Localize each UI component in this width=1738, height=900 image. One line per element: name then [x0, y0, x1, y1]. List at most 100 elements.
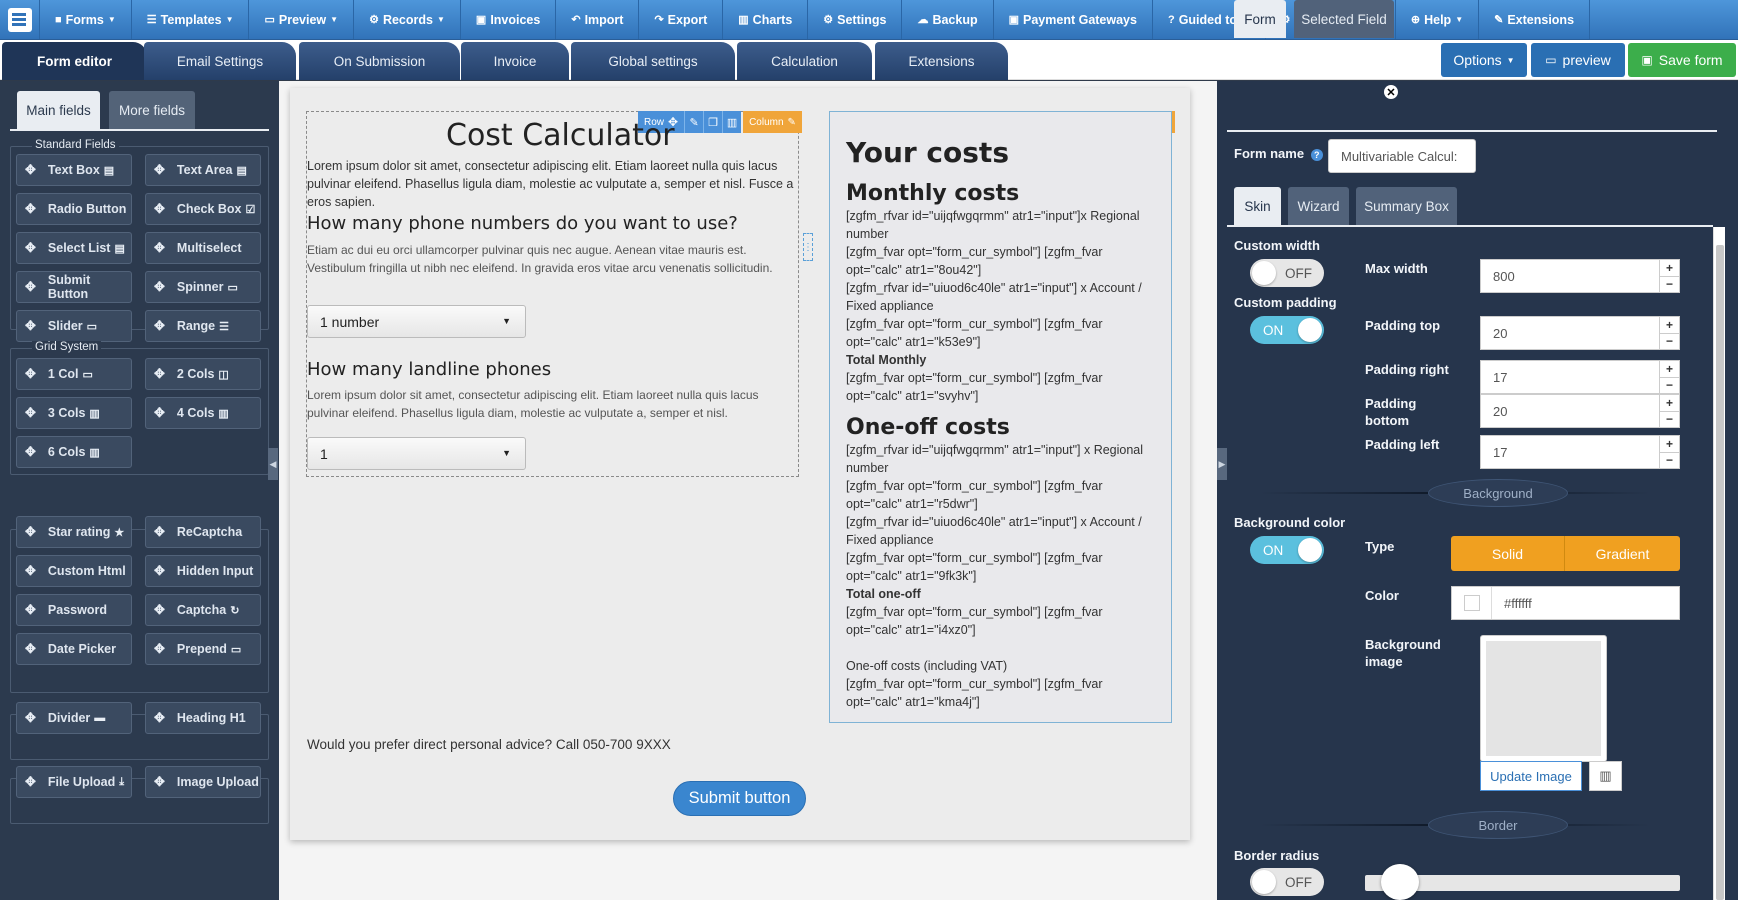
type-solid-button[interactable]: Solid [1451, 536, 1565, 571]
nav-charts[interactable]: ▥Charts [723, 0, 808, 39]
padding-right-spinner[interactable]: +− [1659, 361, 1679, 393]
field-spinner[interactable]: ✥Spinner▭ [145, 271, 261, 303]
subtab-wizard[interactable]: Wizard [1288, 187, 1349, 225]
your-costs-heading[interactable]: Your costs [846, 136, 1009, 169]
trash-icon[interactable]: ▥ [1589, 761, 1622, 791]
nav-forms[interactable]: ■Forms▼ [40, 0, 132, 39]
column-resize-handle-icon[interactable]: ⋮ [803, 233, 813, 261]
nav-preview[interactable]: ▭Preview▼ [249, 0, 354, 39]
field-star-rating[interactable]: ✥Star rating★ [16, 516, 132, 548]
update-image-button[interactable]: Update Image [1480, 761, 1582, 791]
field-2-cols[interactable]: ✥2 Cols◫ [145, 358, 261, 390]
edit-icon[interactable]: ✎ [684, 111, 703, 133]
form-title[interactable]: Cost Calculator [446, 118, 675, 153]
decrement-icon[interactable]: − [1660, 378, 1679, 394]
nav-help[interactable]: ⊕Help▼ [1396, 0, 1479, 39]
scrollbar-thumb[interactable] [1716, 245, 1724, 900]
padding-top-input[interactable]: 20+− [1480, 316, 1680, 350]
tab-calculation[interactable]: Calculation [737, 42, 872, 80]
help-icon[interactable]: ? [1311, 149, 1323, 161]
field-range[interactable]: ✥Range☰ [145, 310, 261, 342]
increment-icon[interactable]: + [1660, 317, 1679, 334]
field-captcha[interactable]: ✥Captcha↻ [145, 594, 261, 626]
tab-main-fields[interactable]: Main fields [17, 91, 100, 129]
nav-extensions[interactable]: ✎Extensions [1479, 0, 1590, 39]
tab-email-settings[interactable]: Email Settings [144, 42, 296, 80]
field-date-picker[interactable]: ✥Date Picker [16, 633, 132, 665]
nav-payment-gateways[interactable]: ▣Payment Gateways [994, 0, 1153, 39]
close-icon[interactable]: ✕ [1384, 85, 1398, 99]
copy-icon[interactable]: ❐ [703, 111, 722, 133]
question-landline-phones[interactable]: How many landline phones [307, 359, 551, 380]
field-check-box[interactable]: ✥Check Box☑ [145, 193, 261, 225]
custom-width-toggle[interactable]: OFF [1250, 259, 1324, 287]
decrement-icon[interactable]: − [1660, 453, 1679, 469]
padding-bottom-input[interactable]: 20+− [1480, 394, 1680, 428]
tab-form[interactable]: Form [1234, 0, 1286, 38]
custom-padding-toggle[interactable]: ON [1250, 316, 1324, 344]
decrement-icon[interactable]: − [1660, 334, 1679, 350]
one-off-costs-heading[interactable]: One-off costs [846, 415, 1010, 440]
nav-invoices[interactable]: ▣Invoices [461, 0, 556, 39]
decrement-icon[interactable]: − [1660, 277, 1679, 293]
padding-top-spinner[interactable]: +− [1659, 317, 1679, 349]
one-off-costs-block[interactable]: [zgfm_rfvar id="uijqfwgqrmm" atr1="input… [846, 441, 1156, 711]
field-3-cols[interactable]: ✥3 Cols▥ [16, 397, 132, 429]
padding-left-spinner[interactable]: +− [1659, 436, 1679, 468]
field-text-area[interactable]: ✥Text Area▤ [145, 154, 261, 186]
subtab-skin[interactable]: Skin [1234, 187, 1281, 225]
border-radius-toggle[interactable]: OFF [1250, 868, 1324, 896]
collapse-left-icon[interactable]: ◀ [268, 448, 278, 480]
submit-button[interactable]: Submit button [673, 781, 806, 816]
app-logo-icon[interactable] [0, 0, 40, 39]
nav-settings[interactable]: ⚙Settings [808, 0, 902, 39]
nav-export[interactable]: ↷Export [639, 0, 723, 39]
field-6-cols[interactable]: ✥6 Cols▥ [16, 436, 132, 468]
landline-phones-select[interactable]: 1 ▼ [307, 437, 526, 470]
field-password[interactable]: ✥Password [16, 594, 132, 626]
increment-icon[interactable]: + [1660, 395, 1679, 412]
options-button[interactable]: Options ▼ [1441, 43, 1527, 77]
monthly-costs-heading[interactable]: Monthly costs [846, 181, 1019, 206]
field-submit-button[interactable]: ✥Submit Button [16, 271, 132, 303]
increment-icon[interactable]: + [1660, 436, 1679, 453]
field-slider[interactable]: ✥Slider▭ [16, 310, 132, 342]
tab-form-editor[interactable]: Form editor [2, 42, 147, 80]
max-width-spinner[interactable]: +− [1659, 260, 1679, 292]
field-multiselect[interactable]: ✥Multiselect [145, 232, 261, 264]
tab-invoice[interactable]: Invoice [461, 42, 569, 80]
padding-right-input[interactable]: 17+− [1480, 360, 1680, 394]
field-image-upload[interactable]: ✥Image Upload [145, 766, 261, 798]
field-text-box[interactable]: ✥Text Box▤ [16, 154, 132, 186]
slider-handle[interactable] [1381, 864, 1419, 900]
question-phone-numbers[interactable]: How many phone numbers do you want to us… [307, 213, 738, 234]
color-swatch[interactable] [1452, 587, 1492, 619]
save-form-button[interactable]: ▣ Save form [1628, 43, 1736, 77]
field-recaptcha[interactable]: ✥ReCaptcha [145, 516, 261, 548]
padding-left-input[interactable]: 17+− [1480, 435, 1680, 469]
tab-extensions[interactable]: Extensions [875, 42, 1008, 80]
background-color-toggle[interactable]: ON [1250, 536, 1324, 564]
field-divider[interactable]: ✥Divider▬ [16, 702, 132, 734]
tab-selected-field[interactable]: Selected Field [1294, 0, 1394, 38]
collapse-right-icon[interactable]: ▶ [1217, 448, 1227, 480]
field-file-upload[interactable]: ✥File Upload⤓ [16, 766, 132, 798]
nav-import[interactable]: ↶Import [556, 0, 639, 39]
field-select-list[interactable]: ✥Select List▤ [16, 232, 132, 264]
phone-numbers-select[interactable]: 1 number ▼ [307, 305, 526, 338]
background-image-preview[interactable] [1480, 635, 1607, 762]
column-button[interactable]: Column✎ [743, 111, 802, 133]
decrement-icon[interactable]: − [1660, 412, 1679, 428]
field-custom-html[interactable]: ✥Custom Html [16, 555, 132, 587]
nav-records[interactable]: ⚙Records▼ [354, 0, 461, 39]
advice-text[interactable]: Would you prefer direct personal advice?… [307, 736, 671, 754]
monthly-costs-block[interactable]: [zgfm_rfvar id="uijqfwgqrmm" atr1="input… [846, 207, 1156, 405]
field-radio-button[interactable]: ✥Radio Button [16, 193, 132, 225]
field-1-col[interactable]: ✥1 Col▭ [16, 358, 132, 390]
intro-text[interactable]: Lorem ipsum dolor sit amet, consectetur … [307, 157, 799, 211]
nav-templates[interactable]: ☰Templates▼ [132, 0, 250, 39]
subtab-summary-box[interactable]: Summary Box [1356, 187, 1457, 225]
max-width-input[interactable]: 800+− [1480, 259, 1680, 293]
color-input[interactable]: #ffffff [1451, 586, 1680, 620]
increment-icon[interactable]: + [1660, 361, 1679, 378]
